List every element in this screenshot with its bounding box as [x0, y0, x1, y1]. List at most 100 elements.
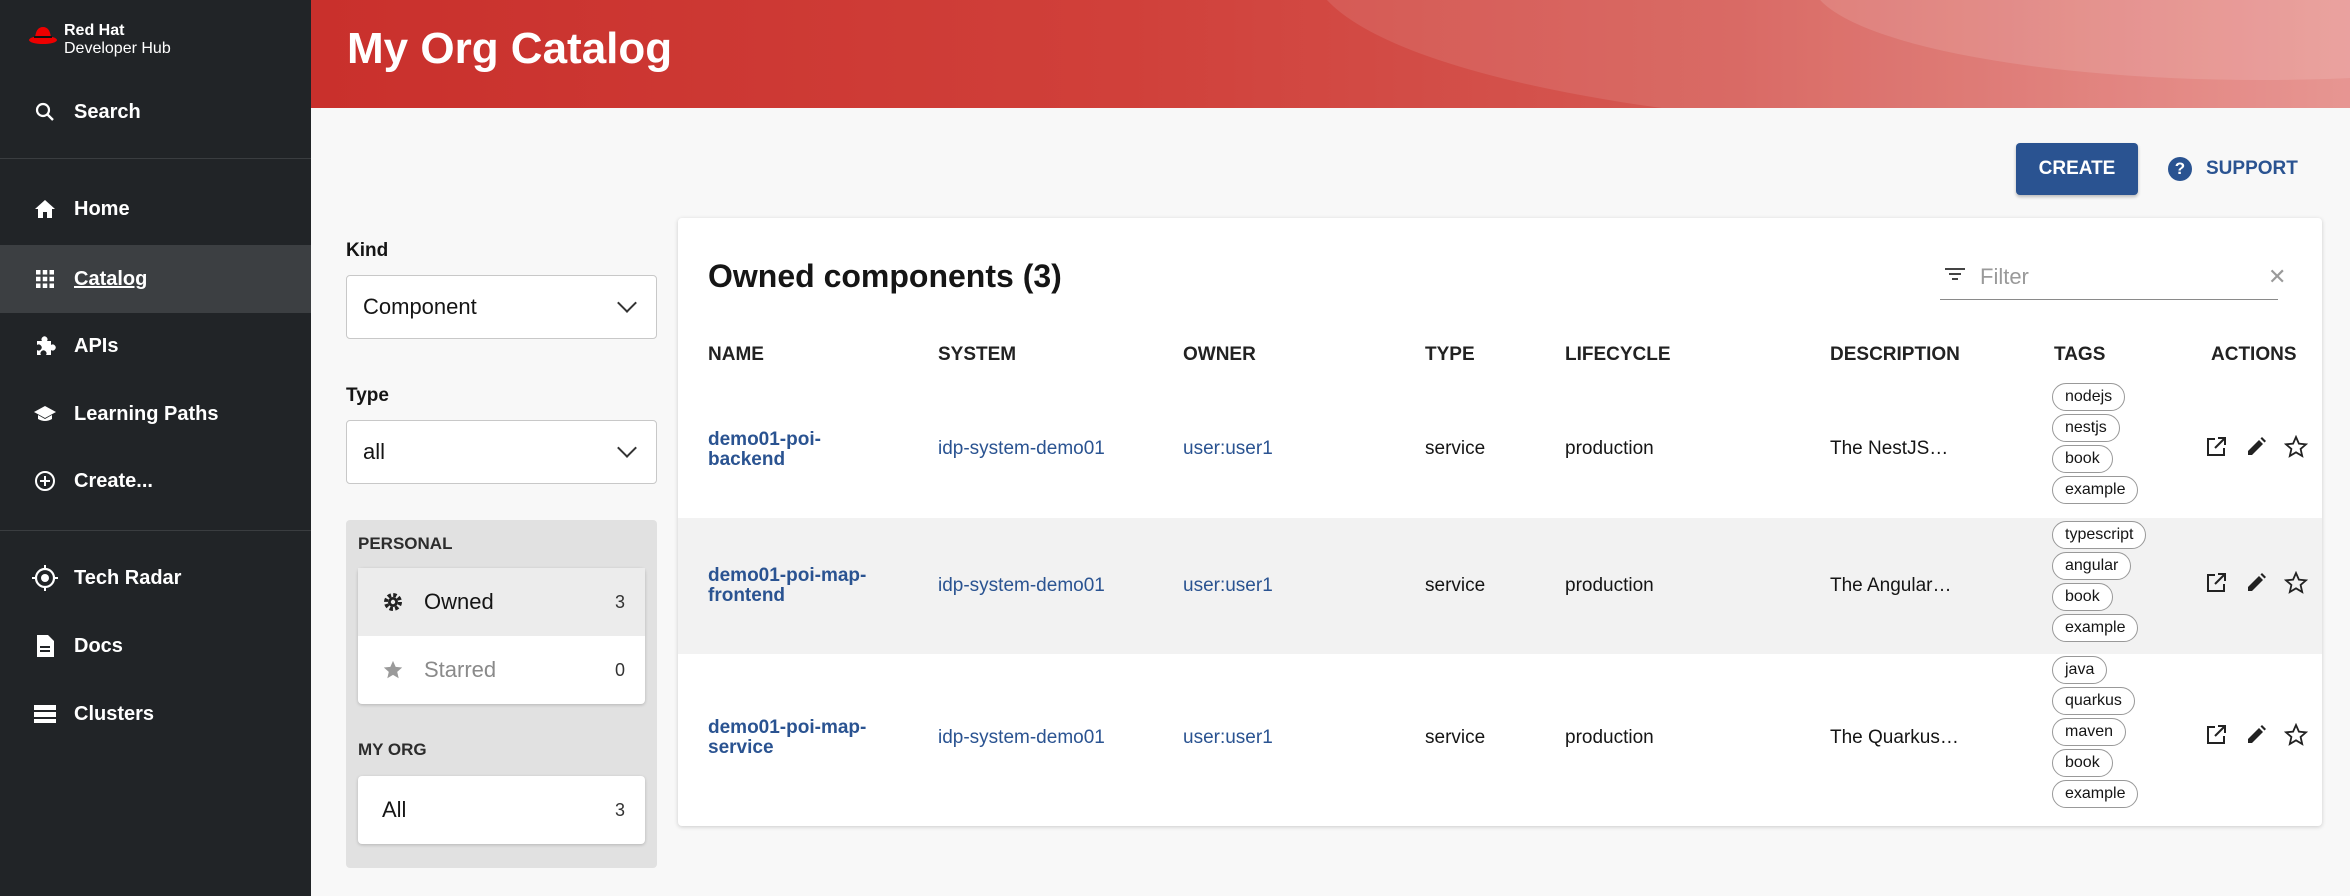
storage-icon — [32, 701, 58, 727]
logo-line2: Developer Hub — [64, 40, 171, 57]
logo-line1: Red Hat — [64, 22, 125, 39]
document-icon — [32, 633, 58, 659]
description-cell: The Angular… — [1830, 575, 1952, 596]
filter-owned[interactable]: Owned 3 — [358, 568, 645, 636]
sidebar-item-home[interactable]: Home — [0, 178, 311, 240]
support-button[interactable]: ? SUPPORT — [2168, 153, 2298, 185]
owner-link[interactable]: user:user1 — [1183, 575, 1273, 597]
type-select[interactable]: all — [346, 420, 657, 484]
create-button[interactable]: CREATE — [2016, 143, 2138, 195]
owner-link[interactable]: user:user1 — [1183, 727, 1273, 749]
tag-chip: quarkus — [2052, 687, 2135, 715]
sidebar: Red Hat Developer Hub Search Home Catalo… — [0, 0, 311, 896]
sidebar-item-tech-radar[interactable]: Tech Radar — [0, 547, 311, 609]
tag-chip: example — [2052, 614, 2139, 642]
table-row: demo01-poi-map-service idp-system-demo01… — [678, 654, 2322, 826]
sidebar-item-label: Home — [74, 197, 130, 220]
user-filter-panel: PERSONAL Owned 3 Starred 0 MY ORG All 3 — [346, 520, 657, 868]
chevron-down-icon — [617, 438, 637, 458]
column-header-tags: TAGS — [2054, 344, 2106, 365]
sidebar-item-catalog[interactable]: Catalog — [0, 245, 311, 313]
page-header: My Org Catalog — [311, 0, 2350, 108]
type-label: Type — [346, 385, 389, 406]
filter-starred[interactable]: Starred 0 — [358, 636, 645, 704]
edit-icon[interactable] — [2243, 722, 2269, 748]
star-icon[interactable] — [2283, 722, 2309, 748]
components-table-card: Owned components (3) ✕ NAME SYSTEM OWNER… — [678, 218, 2322, 826]
system-link[interactable]: idp-system-demo01 — [938, 727, 1105, 749]
sidebar-item-create[interactable]: Create... — [0, 450, 311, 512]
filter-input[interactable] — [1980, 263, 2268, 290]
sidebar-item-label: Search — [74, 100, 141, 123]
tags-cell: nodejs nestjs book example — [2052, 383, 2139, 507]
home-icon — [32, 196, 58, 222]
open-external-icon[interactable] — [2203, 434, 2229, 460]
edit-icon[interactable] — [2243, 570, 2269, 596]
edit-icon[interactable] — [2243, 434, 2269, 460]
column-header-lifecycle[interactable]: LIFECYCLE — [1565, 344, 1671, 366]
sidebar-item-label: Clusters — [74, 702, 155, 725]
kind-select[interactable]: Component — [346, 275, 657, 339]
star-icon[interactable] — [2283, 434, 2309, 460]
type-value: all — [363, 439, 386, 464]
personal-card: Owned 3 Starred 0 — [358, 568, 645, 704]
sidebar-item-search[interactable]: Search — [0, 81, 311, 143]
chevron-down-icon — [617, 293, 637, 313]
personal-heading: PERSONAL — [358, 534, 453, 553]
table-filter: ✕ — [1940, 254, 2286, 300]
component-name-link[interactable]: demo01-poi-map-service — [708, 718, 908, 758]
red-hat-icon — [29, 27, 57, 44]
table-row: demo01-poi-backend idp-system-demo01 use… — [678, 380, 2322, 518]
sidebar-item-label: APIs — [74, 334, 119, 357]
plus-circle-icon — [32, 468, 58, 494]
row-actions — [2203, 570, 2309, 596]
tag-chip: example — [2052, 780, 2139, 808]
sidebar-item-label: Catalog — [74, 267, 148, 290]
column-header-system[interactable]: SYSTEM — [938, 344, 1016, 366]
system-link[interactable]: idp-system-demo01 — [938, 438, 1105, 460]
owner-link[interactable]: user:user1 — [1183, 438, 1273, 460]
all-label: All — [382, 797, 407, 822]
column-header-owner[interactable]: OWNER — [1183, 344, 1256, 366]
owned-count: 3 — [614, 591, 625, 612]
sidebar-item-clusters[interactable]: Clusters — [0, 683, 311, 745]
filter-all[interactable]: All 3 — [358, 776, 645, 844]
open-external-icon[interactable] — [2203, 722, 2229, 748]
tag-chip: maven — [2052, 718, 2127, 746]
component-name-link[interactable]: demo01-poi-backend — [708, 430, 908, 470]
column-header-description[interactable]: DESCRIPTION — [1830, 344, 1960, 366]
kind-value: Component — [363, 294, 477, 319]
starred-label: Starred — [424, 657, 497, 682]
owned-label: Owned — [424, 589, 494, 614]
column-header-name[interactable]: NAME — [708, 344, 764, 366]
component-name-link[interactable]: demo01-poi-map-frontend — [708, 566, 908, 606]
sidebar-item-docs[interactable]: Docs — [0, 615, 311, 677]
starred-count: 0 — [614, 659, 625, 680]
open-external-icon[interactable] — [2203, 570, 2229, 596]
table-row: demo01-poi-map-frontend idp-system-demo0… — [678, 518, 2322, 654]
tag-chip: angular — [2052, 552, 2132, 580]
type-cell: service — [1425, 575, 1486, 596]
star-icon[interactable] — [2283, 570, 2309, 596]
tag-chip: nodejs — [2052, 383, 2126, 411]
sidebar-item-apis[interactable]: APIs — [0, 315, 311, 377]
tag-chip: java — [2052, 656, 2108, 684]
sidebar-item-learning-paths[interactable]: Learning Paths — [0, 383, 311, 445]
all-count: 3 — [614, 799, 625, 820]
search-icon — [32, 99, 58, 125]
clear-icon[interactable]: ✕ — [2268, 264, 2286, 290]
puzzle-icon — [32, 333, 58, 359]
red-hat-logo[interactable]: Red Hat Developer Hub — [28, 22, 171, 58]
grid-icon — [32, 266, 58, 292]
sidebar-item-label: Create... — [74, 469, 153, 492]
sidebar-item-label: Docs — [74, 634, 123, 657]
star-icon — [382, 659, 410, 681]
org-heading: MY ORG — [358, 740, 427, 759]
system-link[interactable]: idp-system-demo01 — [938, 575, 1105, 597]
org-card: All 3 — [358, 776, 645, 844]
sidebar-divider — [0, 530, 311, 531]
row-actions — [2203, 434, 2309, 460]
gear-icon — [382, 591, 410, 613]
type-cell: service — [1425, 438, 1486, 459]
column-header-type[interactable]: TYPE — [1425, 344, 1475, 366]
